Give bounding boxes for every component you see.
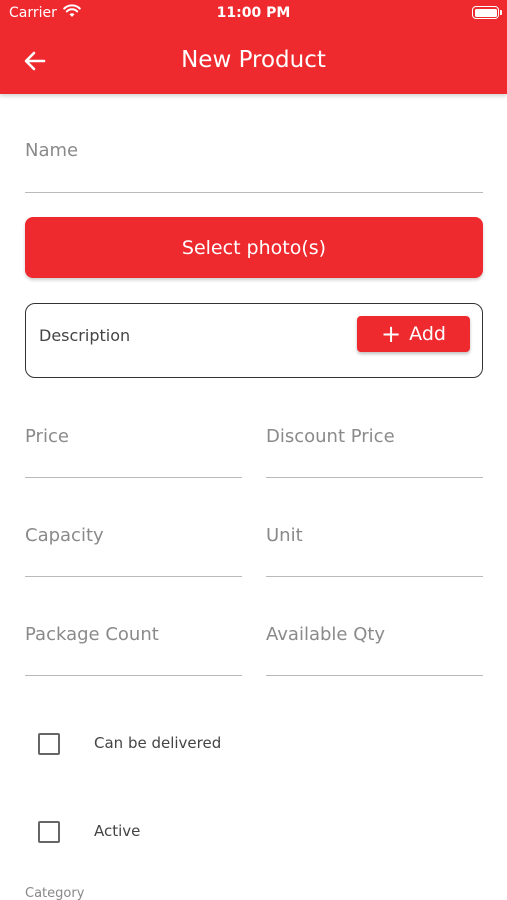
description-box[interactable]: Description + Add xyxy=(25,303,483,378)
capacity-field-label: Capacity xyxy=(25,525,104,546)
page-title: New Product xyxy=(181,47,326,73)
available-qty-field-label: Available Qty xyxy=(266,624,386,645)
status-time: 11:00 PM xyxy=(216,5,291,21)
price-field-label: Price xyxy=(25,426,69,447)
unit-field-label: Unit xyxy=(266,525,303,546)
can-be-delivered-checkbox[interactable] xyxy=(38,733,60,755)
active-row[interactable]: Active xyxy=(38,820,140,844)
discount-price-field-label: Discount Price xyxy=(266,426,395,447)
package-count-field[interactable]: Package Count xyxy=(25,624,242,676)
package-count-field-label: Package Count xyxy=(25,624,159,645)
description-label: Description xyxy=(39,326,131,345)
plus-icon: + xyxy=(381,320,402,348)
unit-field[interactable]: Unit xyxy=(266,525,483,577)
name-field-label: Name xyxy=(25,140,79,161)
discount-price-field[interactable]: Discount Price xyxy=(266,426,483,478)
status-bar: Carrier 11:00 PM xyxy=(0,0,507,28)
active-checkbox[interactable] xyxy=(38,821,60,843)
can-be-delivered-label: Can be delivered xyxy=(94,734,222,752)
available-qty-field[interactable]: Available Qty xyxy=(266,624,483,676)
name-field[interactable]: Name xyxy=(25,140,483,193)
category-label: Category xyxy=(25,886,85,900)
battery-icon xyxy=(472,6,502,19)
select-photos-button[interactable]: Select photo(s) xyxy=(25,217,483,278)
can-be-delivered-row[interactable]: Can be delivered xyxy=(38,732,221,756)
app-bar: Carrier 11:00 PM New Product xyxy=(0,0,507,94)
add-description-button[interactable]: + Add xyxy=(357,316,470,352)
price-field[interactable]: Price xyxy=(25,426,242,478)
capacity-field[interactable]: Capacity xyxy=(25,525,242,577)
active-label: Active xyxy=(94,822,141,840)
add-button-label: Add xyxy=(409,323,446,345)
